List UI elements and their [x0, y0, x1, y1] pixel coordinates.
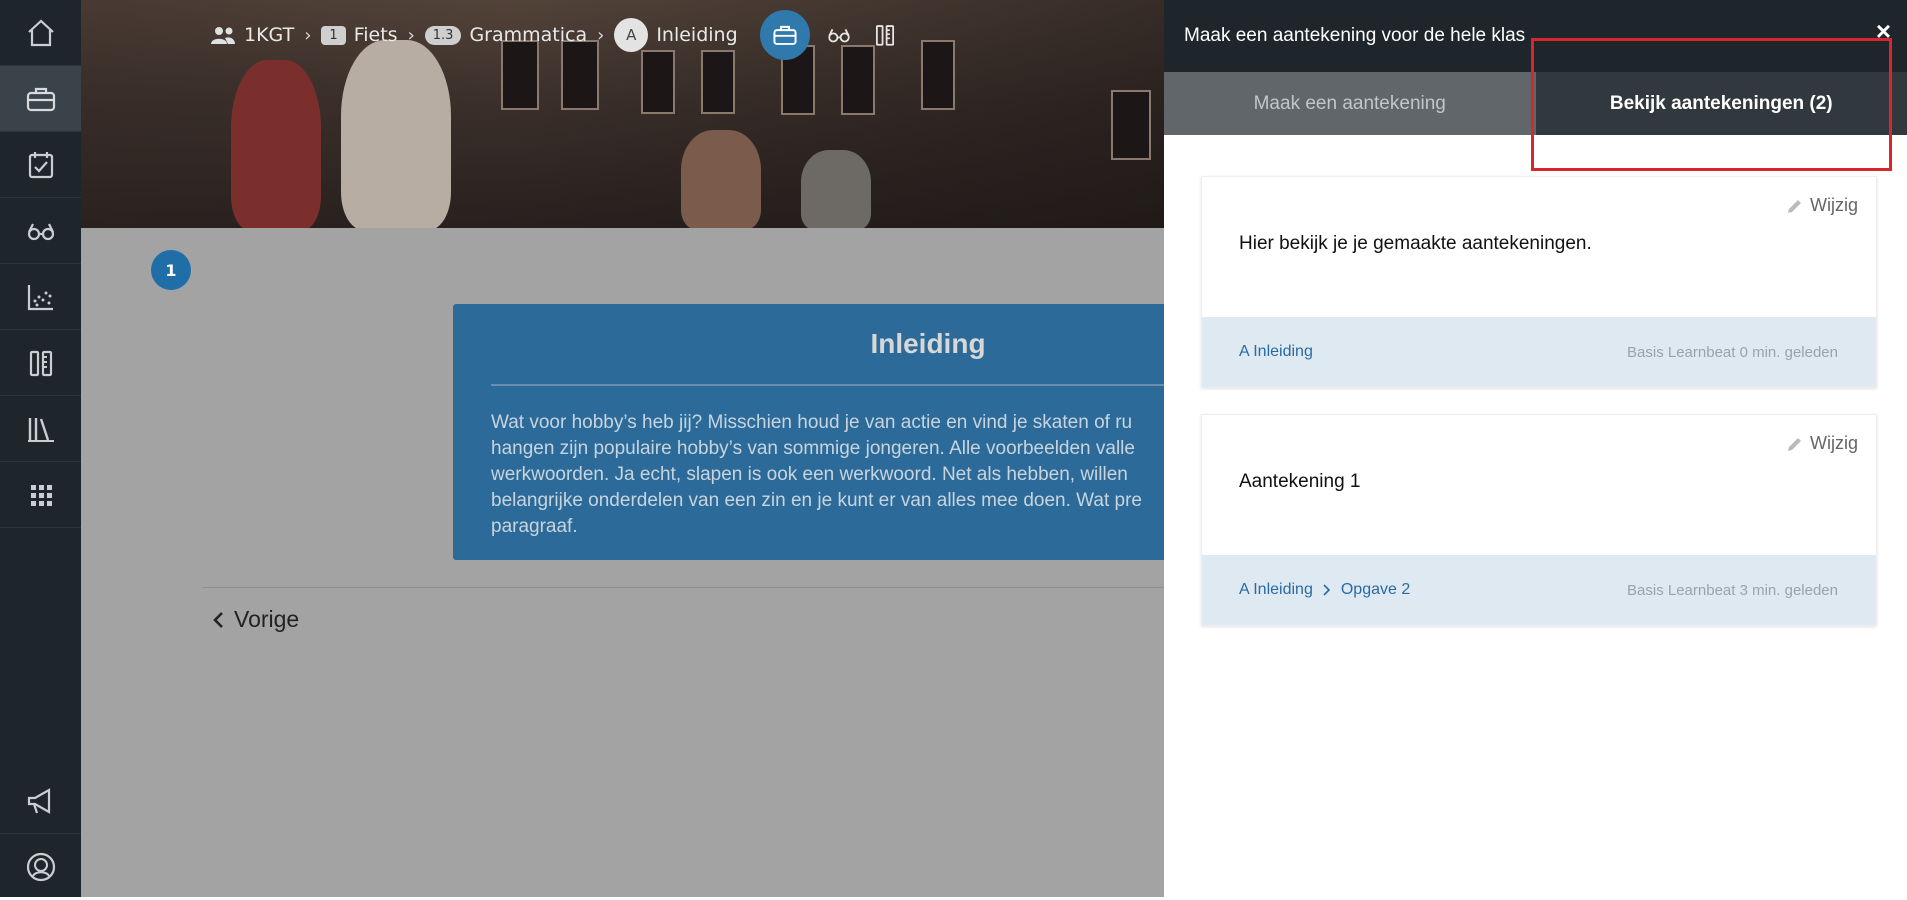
calendar-check-icon [28, 151, 53, 178]
intro-text-line: werkwoorden. Ja echt, slapen is ook een … [491, 464, 1128, 485]
note-text: Hier bekijk je je gemaakte aantekeningen… [1239, 233, 1592, 254]
intro-card-divider [491, 384, 1164, 386]
step-number-badge[interactable]: 1 [151, 250, 191, 290]
note-lesson-link[interactable]: A Inleiding [1239, 343, 1313, 361]
note-body: Wijzig Aantekening 1 [1202, 415, 1876, 555]
chevron-right-icon: › [597, 24, 605, 46]
chevron-left-icon [213, 611, 223, 628]
note-footer: A Inleiding Opgave 2 Basis Learnbeat 3 m… [1202, 555, 1876, 625]
notes-tabs: Maak een aantekening Bekijk aantekeninge… [1164, 72, 1907, 135]
breadcrumb-lesson[interactable]: Inleiding [656, 24, 737, 46]
tab-make-note[interactable]: Maak een aantekening [1164, 72, 1536, 135]
note-links: A Inleiding Opgave 2 [1239, 581, 1410, 599]
breadcrumb-chapter[interactable]: Fiets [354, 24, 398, 46]
content-divider [203, 587, 1164, 588]
lesson-letter-badge: A [614, 18, 649, 52]
sidebar-item-library[interactable] [0, 396, 81, 462]
glasses-icon [27, 223, 54, 240]
apps-grid-icon [30, 484, 52, 506]
sidebar-item-lessons[interactable] [0, 66, 81, 132]
pencil-icon [1788, 437, 1801, 451]
note-card: Wijzig Hier bekijk je je gemaakte aantek… [1201, 176, 1877, 388]
tab-view-notes[interactable]: Bekijk aantekeningen (2) [1535, 72, 1907, 135]
lesson-mode-button[interactable] [759, 10, 810, 60]
tools-icon [875, 25, 894, 46]
chevron-right-icon: › [407, 24, 415, 46]
sidebar-bottom [0, 768, 81, 900]
sidebar-item-apps[interactable] [0, 462, 81, 528]
chevron-right-icon: › [304, 24, 312, 46]
sidebar-item-home[interactable] [0, 0, 81, 66]
edit-label: Wijzig [1810, 433, 1858, 453]
notes-panel-title: Maak een aantekening voor de hele klas [1184, 25, 1526, 46]
note-meta: Basis Learnbeat 0 min. geleden [1627, 343, 1838, 361]
breadcrumb: 1KGT › 1 Fiets › 1.3 Grammatica › A Inle… [210, 10, 902, 60]
left-sidebar [0, 0, 81, 900]
tools-icon [29, 350, 52, 376]
note-links: A Inleiding [1239, 343, 1313, 361]
sidebar-item-results[interactable] [0, 264, 81, 330]
note-meta: Basis Learnbeat 3 min. geleden [1627, 581, 1838, 599]
intro-text-line: paragraaf. [491, 516, 578, 537]
intro-text-line: Wat voor hobby’s heb jij? Misschien houd… [491, 412, 1133, 433]
briefcase-icon [773, 25, 797, 45]
edit-note-button[interactable]: Wijzig [1786, 195, 1858, 216]
tools-mode-button[interactable] [868, 18, 902, 52]
group-icon [211, 27, 235, 44]
breadcrumb-section[interactable]: Grammatica [469, 24, 587, 46]
review-mode-button[interactable] [822, 18, 856, 52]
home-icon [27, 19, 54, 46]
intro-text-line: belangrijke onderdelen van een zin en je… [491, 490, 1142, 511]
pencil-icon [1788, 199, 1801, 213]
note-footer: A Inleiding Basis Learnbeat 0 min. geled… [1202, 317, 1876, 387]
intro-card: Inleiding Wat voor hobby’s heb jij? Miss… [453, 304, 1164, 560]
user-avatar-icon [26, 852, 55, 882]
intro-card-text: Wat voor hobby’s heb jij? Misschien houd… [491, 410, 1164, 540]
breadcrumb-group[interactable]: 1KGT [244, 24, 294, 46]
note-body: Wijzig Hier bekijk je je gemaakte aantek… [1202, 177, 1876, 317]
glasses-icon [828, 28, 850, 43]
sidebar-item-tools[interactable] [0, 330, 81, 396]
note-exercise-link[interactable]: Opgave 2 [1341, 581, 1410, 599]
chapter-number-badge: 1 [321, 25, 346, 45]
sidebar-item-announcements[interactable] [0, 768, 81, 834]
close-icon[interactable]: × [1876, 16, 1891, 47]
sidebar-item-review[interactable] [0, 198, 81, 264]
edit-label: Wijzig [1810, 195, 1858, 215]
sidebar-item-profile[interactable] [0, 834, 81, 900]
intro-card-title: Inleiding [870, 328, 986, 359]
note-card: Wijzig Aantekening 1 A Inleiding Opgave … [1201, 414, 1877, 626]
note-text: Aantekening 1 [1239, 471, 1361, 492]
library-icon [27, 417, 54, 442]
previous-button[interactable]: Vorige [212, 606, 299, 633]
previous-label: Vorige [234, 606, 300, 632]
sidebar-item-planner[interactable] [0, 132, 81, 198]
scatter-chart-icon [27, 284, 53, 310]
edit-note-button[interactable]: Wijzig [1786, 433, 1858, 454]
notes-panel-header: Maak een aantekening voor de hele klas × [1164, 0, 1907, 72]
intro-text-line: hangen zijn populaire hobby’s van sommig… [491, 438, 1135, 459]
megaphone-icon [27, 787, 50, 814]
note-lesson-link[interactable]: A Inleiding [1239, 581, 1313, 599]
chevron-right-icon [1323, 584, 1330, 596]
briefcase-icon [26, 87, 55, 111]
section-number-badge: 1.3 [424, 25, 462, 45]
